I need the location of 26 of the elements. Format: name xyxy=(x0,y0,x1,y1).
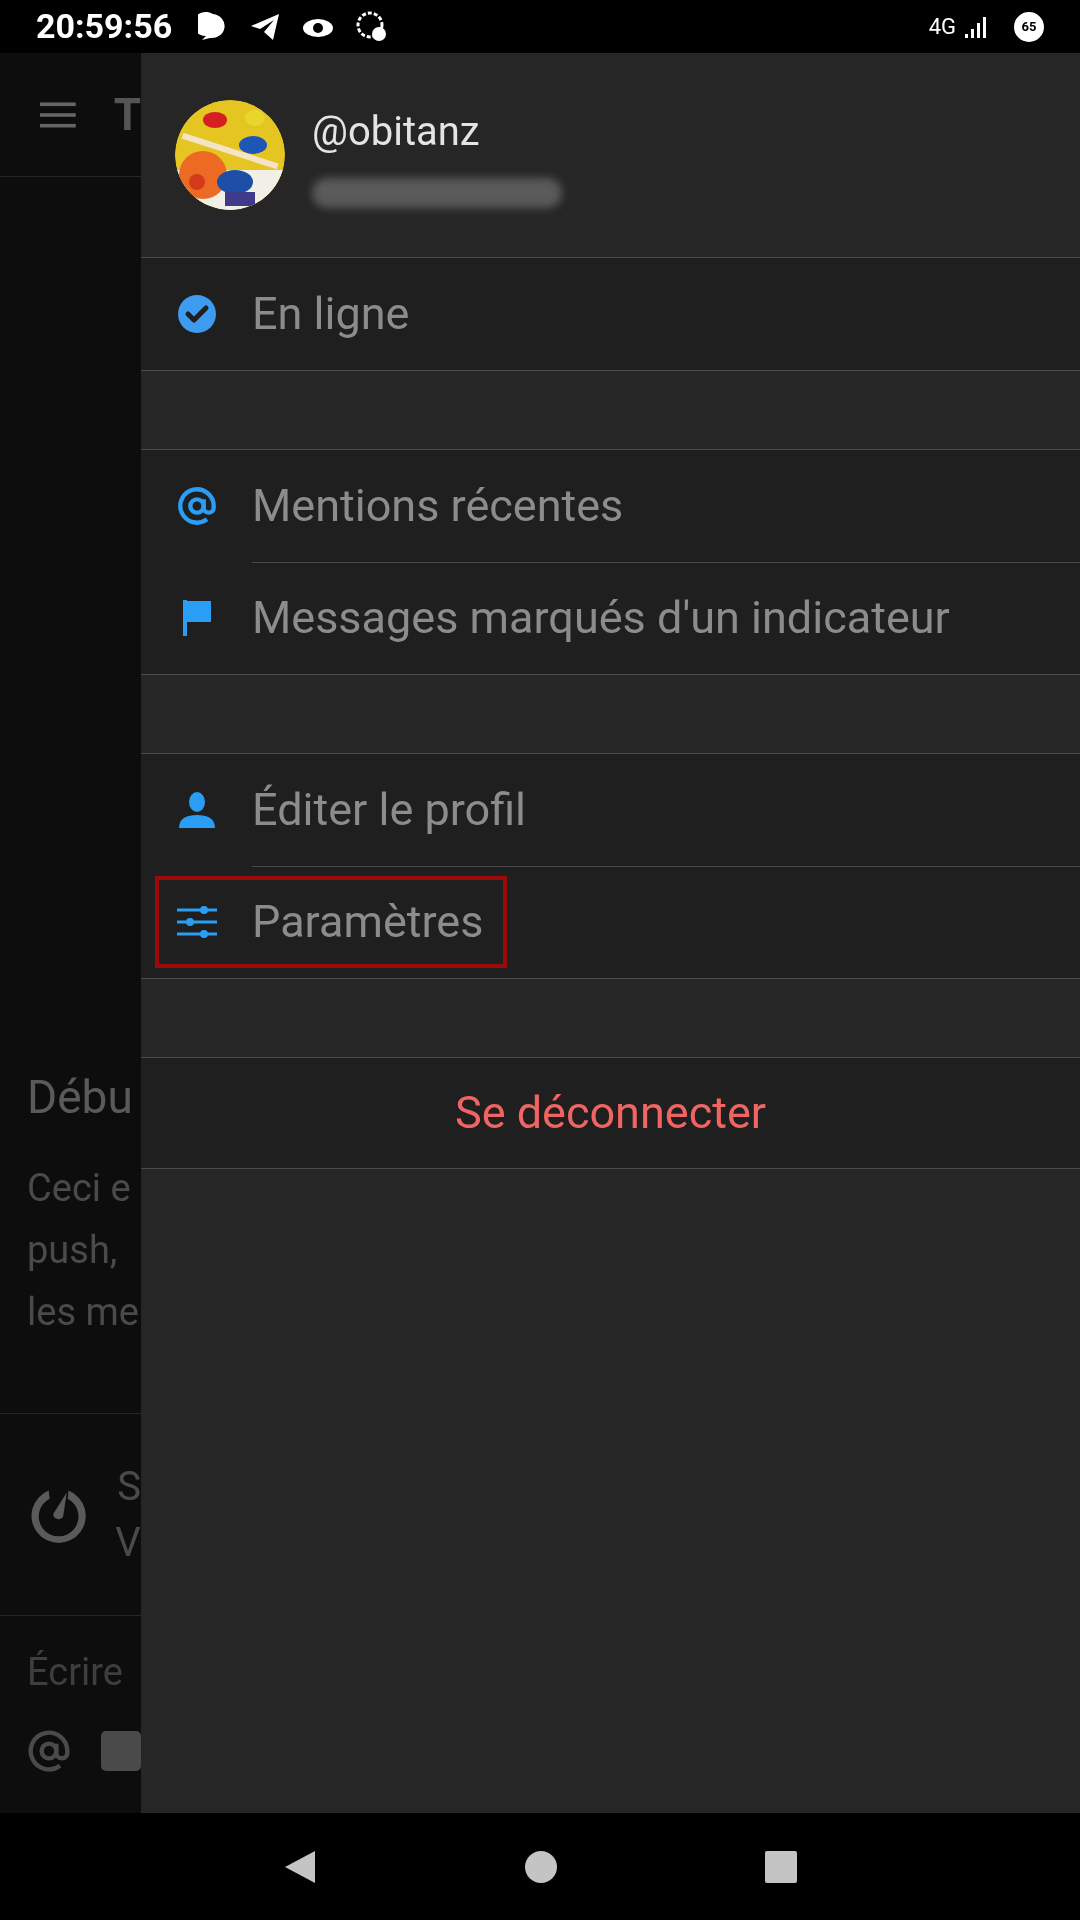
network-type: 4G xyxy=(928,13,956,41)
channel-title: T xyxy=(113,87,141,143)
banner-text: S xyxy=(117,1461,141,1512)
person-icon xyxy=(177,790,217,830)
recents-icon[interactable] xyxy=(764,1850,797,1883)
intro-text: Ceci e xyxy=(27,1165,132,1212)
menu-item[interactable]: Éditer le profil xyxy=(155,764,551,856)
intro-text: push, xyxy=(27,1227,119,1274)
menu-item[interactable]: Paramètres xyxy=(155,876,508,968)
menu-item[interactable]: Messages marqués d'un indicateur xyxy=(155,572,974,664)
at-sign-icon xyxy=(177,486,217,526)
menu-item[interactable]: Mentions récentes xyxy=(155,460,648,552)
sliders-icon xyxy=(177,905,217,939)
signal-icon xyxy=(964,15,986,38)
intro-heading: Débu xyxy=(26,1069,134,1126)
menu-icon[interactable] xyxy=(40,99,76,130)
back-icon[interactable] xyxy=(283,1848,318,1885)
username: @obitanz xyxy=(312,107,481,157)
paper-plane-icon xyxy=(250,12,281,41)
status-time: 20:59:56 xyxy=(36,5,173,48)
home-icon[interactable] xyxy=(524,1849,558,1884)
check-circle-icon xyxy=(177,294,217,334)
flag-icon xyxy=(181,598,213,638)
intro-text: les me xyxy=(27,1289,140,1336)
banner-text: V xyxy=(115,1517,141,1568)
battery-indicator: 65 xyxy=(1014,11,1044,42)
